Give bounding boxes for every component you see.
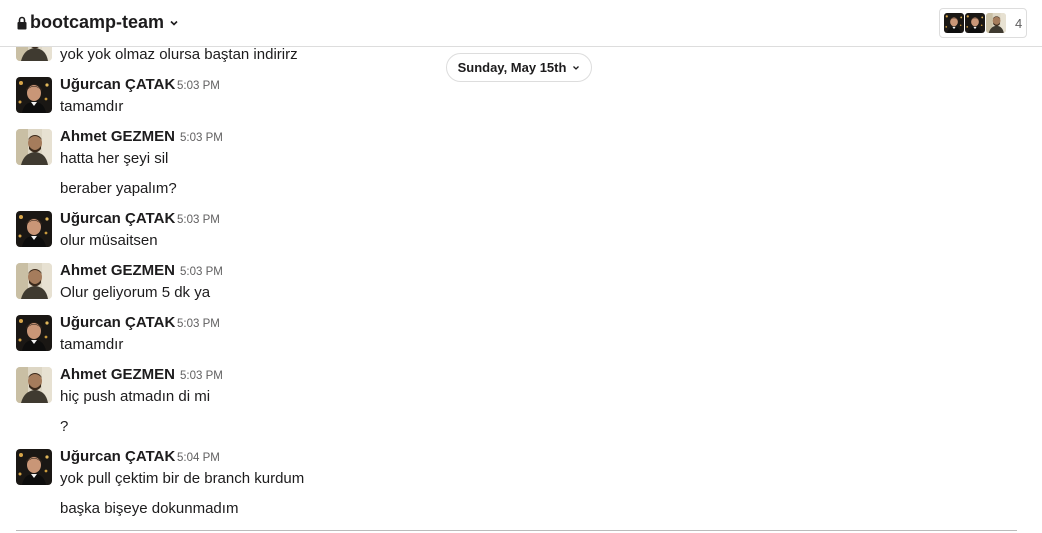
avatar[interactable] (16, 315, 52, 351)
author-name[interactable]: Uğurcan ÇATAK (60, 76, 175, 93)
message-text: hatta her şeyi sil (60, 150, 169, 167)
message-text: olur müsaitsen (60, 232, 158, 249)
author-name[interactable]: Uğurcan ÇATAK (60, 314, 175, 331)
author-name[interactable]: Ahmet GEZMEN (60, 262, 175, 279)
member-count: 4 (1015, 15, 1023, 31)
message-timestamp[interactable]: 5:04 PM (177, 452, 220, 464)
message-timestamp[interactable]: 5:03 PM (180, 266, 223, 278)
member-list-button[interactable]: 4 (939, 8, 1027, 38)
avatar[interactable] (16, 449, 52, 485)
avatar[interactable] (16, 263, 52, 299)
avatar (944, 13, 964, 33)
message-text: ? (60, 418, 69, 435)
message-text: Olur geliyorum 5 dk ya (60, 284, 211, 301)
message-timestamp[interactable]: 5:03 PM (177, 80, 220, 92)
chevron-down-icon (170, 20, 178, 26)
lock-icon (17, 16, 27, 29)
author-name[interactable]: Ahmet GEZMEN (60, 366, 175, 383)
message-timestamp[interactable]: 5:03 PM (177, 214, 220, 226)
channel-name: bootcamp-team (30, 12, 165, 32)
message-timestamp[interactable]: 5:03 PM (180, 132, 223, 144)
message-timestamp[interactable]: 5:03 PM (177, 318, 220, 330)
channel-title-button[interactable]: bootcamp-team (17, 12, 179, 33)
date-divider-button[interactable]: Sunday, May 15th (446, 53, 592, 82)
message-text: başka bişeye dokunmadım (60, 500, 239, 517)
author-name[interactable]: Uğurcan ÇATAK (60, 210, 175, 227)
author-name[interactable]: Uğurcan ÇATAK (60, 448, 175, 465)
avatar (986, 13, 1006, 33)
message-text: yok pull çektim bir de branch kurdum (60, 470, 305, 487)
channel-header: bootcamp-team 4 (0, 0, 1042, 47)
avatar[interactable] (16, 367, 52, 403)
date-label: Sunday, May 15th (457, 60, 567, 75)
message-timestamp[interactable]: 5:03 PM (180, 370, 223, 382)
message-text: yok yok olmaz olursa baştan indirirz (60, 46, 298, 63)
avatar[interactable] (16, 129, 52, 165)
avatar[interactable] (16, 77, 52, 113)
author-name[interactable]: Ahmet GEZMEN (60, 128, 175, 145)
message-text: hiç push atmadın di mi (60, 388, 211, 405)
avatar[interactable] (16, 211, 52, 247)
avatar (965, 13, 985, 33)
message-text: tamamdır (60, 336, 124, 353)
message-text: tamamdır (60, 98, 124, 115)
chevron-down-icon (573, 65, 580, 70)
message-text: beraber yapalım? (60, 180, 177, 197)
